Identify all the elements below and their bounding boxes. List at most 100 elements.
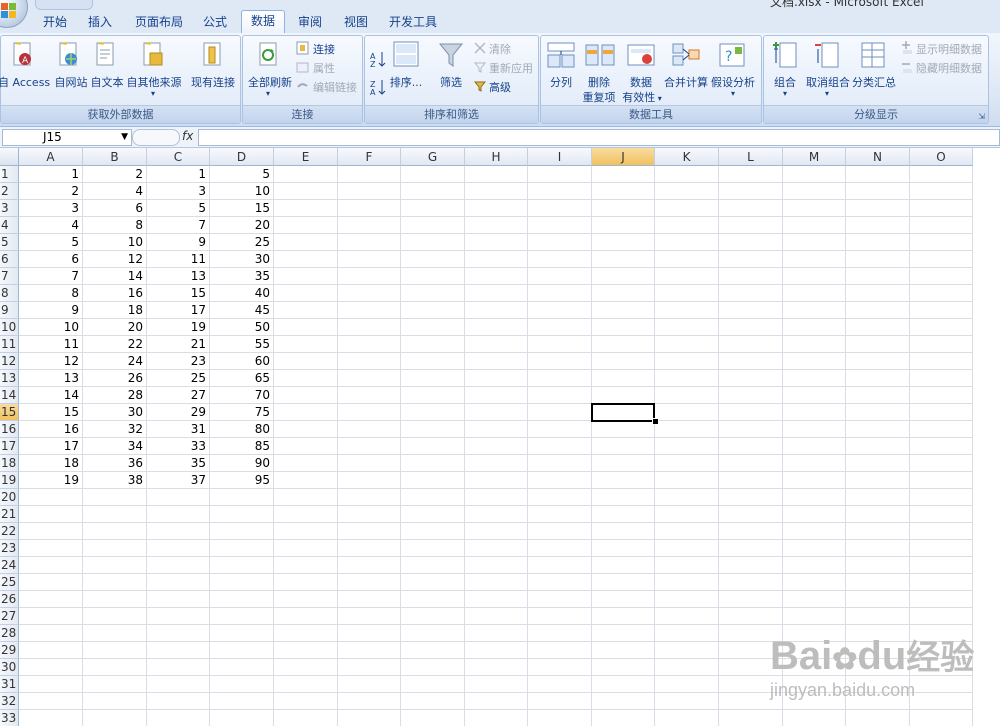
cell-j33[interactable]	[592, 710, 655, 726]
cell-b22[interactable]	[83, 523, 147, 540]
cell-h28[interactable]	[465, 625, 528, 642]
cell-f19[interactable]	[338, 472, 401, 489]
column-header-c[interactable]: C	[147, 148, 210, 166]
cell-e2[interactable]	[274, 183, 338, 200]
row-header[interactable]: 28	[0, 625, 19, 642]
cell-l4[interactable]	[719, 217, 783, 234]
row-header[interactable]: 5	[0, 234, 19, 251]
cell-e27[interactable]	[274, 608, 338, 625]
cell-k25[interactable]	[655, 574, 719, 591]
cell-o18[interactable]	[910, 455, 973, 472]
cell-d19[interactable]: 95	[210, 472, 274, 489]
cell-d10[interactable]: 50	[210, 319, 274, 336]
cell-a24[interactable]	[19, 557, 83, 574]
cell-i12[interactable]	[528, 353, 592, 370]
cell-d11[interactable]: 55	[210, 336, 274, 353]
cell-o6[interactable]	[910, 251, 973, 268]
cell-m4[interactable]	[783, 217, 846, 234]
cell-f25[interactable]	[338, 574, 401, 591]
cell-d17[interactable]: 85	[210, 438, 274, 455]
cell-f17[interactable]	[338, 438, 401, 455]
row-header[interactable]: 30	[0, 659, 19, 676]
column-header-h[interactable]: H	[465, 148, 528, 166]
cell-f16[interactable]	[338, 421, 401, 438]
cell-i3[interactable]	[528, 200, 592, 217]
select-all-corner[interactable]	[0, 148, 19, 166]
cell-b26[interactable]	[83, 591, 147, 608]
cell-o10[interactable]	[910, 319, 973, 336]
cell-i28[interactable]	[528, 625, 592, 642]
cell-c31[interactable]	[147, 676, 210, 693]
cell-b3[interactable]: 6	[83, 200, 147, 217]
cell-i17[interactable]	[528, 438, 592, 455]
cell-m14[interactable]	[783, 387, 846, 404]
cell-a9[interactable]: 9	[19, 302, 83, 319]
cell-b9[interactable]: 18	[83, 302, 147, 319]
cell-g8[interactable]	[401, 285, 465, 302]
cell-k27[interactable]	[655, 608, 719, 625]
cell-h3[interactable]	[465, 200, 528, 217]
cell-f26[interactable]	[338, 591, 401, 608]
cell-k6[interactable]	[655, 251, 719, 268]
cell-e16[interactable]	[274, 421, 338, 438]
cell-i16[interactable]	[528, 421, 592, 438]
cell-j26[interactable]	[592, 591, 655, 608]
cell-b8[interactable]: 16	[83, 285, 147, 302]
cell-f1[interactable]	[338, 166, 401, 183]
cell-f14[interactable]	[338, 387, 401, 404]
cell-d7[interactable]: 35	[210, 268, 274, 285]
data-validation-label-2[interactable]: 有效性 ▾	[619, 89, 665, 105]
cell-j23[interactable]	[592, 540, 655, 557]
cell-h11[interactable]	[465, 336, 528, 353]
cell-l13[interactable]	[719, 370, 783, 387]
column-header-m[interactable]: M	[783, 148, 846, 166]
cell-j1[interactable]	[592, 166, 655, 183]
cell-a2[interactable]: 2	[19, 183, 83, 200]
row-header[interactable]: 14	[0, 387, 19, 404]
cell-h5[interactable]	[465, 234, 528, 251]
tab-review[interactable]: 审阅	[290, 14, 330, 33]
cell-j21[interactable]	[592, 506, 655, 523]
cell-a8[interactable]: 8	[19, 285, 83, 302]
cell-i22[interactable]	[528, 523, 592, 540]
row-header[interactable]: 15	[0, 404, 19, 421]
filter-button[interactable]: 筛选	[435, 74, 467, 90]
cell-e28[interactable]	[274, 625, 338, 642]
cell-o21[interactable]	[910, 506, 973, 523]
row-header[interactable]: 3	[0, 200, 19, 217]
cell-i18[interactable]	[528, 455, 592, 472]
cell-o1[interactable]	[910, 166, 973, 183]
cell-o9[interactable]	[910, 302, 973, 319]
from-access-button[interactable]: 自 Access	[0, 74, 50, 90]
cell-e15[interactable]	[274, 404, 338, 421]
cell-b23[interactable]	[83, 540, 147, 557]
cell-o23[interactable]	[910, 540, 973, 557]
cell-j5[interactable]	[592, 234, 655, 251]
row-header[interactable]: 4	[0, 217, 19, 234]
cell-c27[interactable]	[147, 608, 210, 625]
cell-b13[interactable]: 26	[83, 370, 147, 387]
group-button[interactable]: 组合	[768, 74, 802, 90]
cell-d8[interactable]: 40	[210, 285, 274, 302]
cell-e30[interactable]	[274, 659, 338, 676]
cell-n10[interactable]	[846, 319, 910, 336]
cell-o7[interactable]	[910, 268, 973, 285]
cell-a11[interactable]: 11	[19, 336, 83, 353]
cell-a17[interactable]: 17	[19, 438, 83, 455]
cell-l21[interactable]	[719, 506, 783, 523]
cell-j7[interactable]	[592, 268, 655, 285]
cell-d32[interactable]	[210, 693, 274, 710]
cell-g27[interactable]	[401, 608, 465, 625]
cell-b6[interactable]: 12	[83, 251, 147, 268]
cell-b30[interactable]	[83, 659, 147, 676]
cell-f3[interactable]	[338, 200, 401, 217]
tab-home[interactable]: 开始	[35, 14, 75, 33]
cell-c23[interactable]	[147, 540, 210, 557]
cell-n18[interactable]	[846, 455, 910, 472]
cell-m15[interactable]	[783, 404, 846, 421]
cell-j28[interactable]	[592, 625, 655, 642]
cell-o4[interactable]	[910, 217, 973, 234]
cell-a21[interactable]	[19, 506, 83, 523]
cell-h9[interactable]	[465, 302, 528, 319]
cell-e32[interactable]	[274, 693, 338, 710]
